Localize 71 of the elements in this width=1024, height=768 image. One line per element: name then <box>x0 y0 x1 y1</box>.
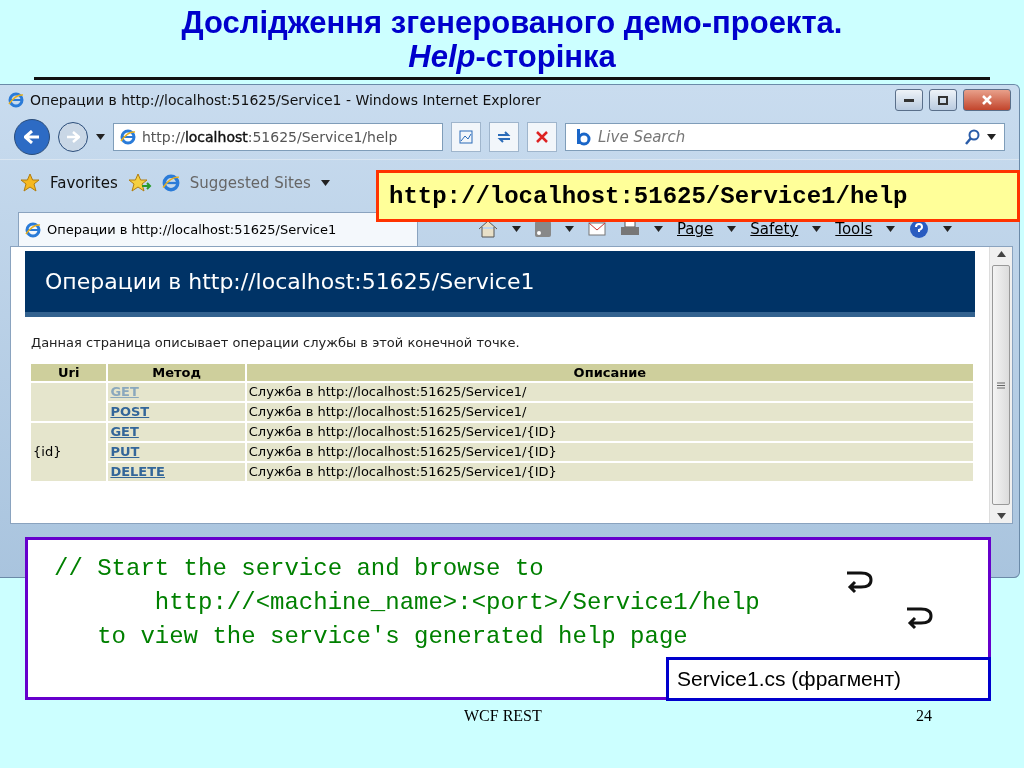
mail-icon[interactable] <box>588 222 606 236</box>
column-header: Описание <box>246 364 973 381</box>
description-cell: Служба в http://localhost:51625/Service1/ <box>246 383 973 401</box>
favorites-button[interactable]: Favorites <box>50 174 118 192</box>
command-menu[interactable]: Tools <box>835 220 873 238</box>
scrollbar[interactable] <box>989 247 1012 523</box>
search-field[interactable]: Live Search <box>565 123 1005 151</box>
star-icon <box>20 173 40 193</box>
caret-icon[interactable] <box>987 134 996 140</box>
refresh-button[interactable] <box>489 122 519 152</box>
method-link[interactable]: GET <box>110 424 139 439</box>
scroll-down-icon[interactable] <box>996 513 1006 519</box>
command-menu[interactable]: Page <box>677 220 714 238</box>
column-header: Uri <box>31 364 107 381</box>
description-cell: Служба в http://localhost:51625/Service1/{ID} <box>246 423 973 441</box>
intro-text: Данная страница описывает операции службы в этой конечной точке. <box>31 335 521 350</box>
description-cell: Служба в http://localhost:51625/Service1/{ID} <box>246 463 973 481</box>
maximize-button[interactable] <box>929 89 957 111</box>
minimize-button[interactable] <box>895 89 923 111</box>
browser-logo-icon <box>161 174 180 192</box>
page-chart-icon <box>458 129 474 145</box>
close-icon <box>982 95 992 105</box>
browser-tab[interactable]: Операции в http://localhost:51625/Service1 <box>18 212 418 246</box>
browser-logo-icon <box>8 92 24 108</box>
minimize-icon <box>904 98 914 102</box>
description-cell: Служба в http://localhost:51625/Service1/{ID} <box>246 443 973 461</box>
page-number: 24 <box>916 707 932 725</box>
uri-cell: {id} <box>31 423 107 481</box>
browser-logo-icon <box>25 221 41 238</box>
code-line: to view the service's generated help page <box>96 622 688 652</box>
caret-icon[interactable] <box>812 226 822 232</box>
suggested-sites-button[interactable]: Suggested Sites <box>189 174 311 192</box>
caret-icon[interactable] <box>943 226 953 232</box>
method-link[interactable]: PUT <box>110 444 140 459</box>
stop-icon <box>535 130 549 144</box>
printer-icon[interactable] <box>620 220 640 238</box>
column-header: Метод <box>108 364 245 381</box>
caret-icon[interactable] <box>727 226 737 232</box>
caret-icon[interactable] <box>654 226 663 232</box>
browser-logo-icon <box>120 129 136 145</box>
scroll-up-icon[interactable] <box>996 251 1006 257</box>
slide-title: Дослідження згенерованого демо-проекта. <box>181 6 843 40</box>
command-menu[interactable]: Safety <box>750 220 799 238</box>
back-arrow-icon <box>24 130 40 144</box>
grip-icon <box>997 381 1005 389</box>
url-callout: http://localhost:51625/Service1/help <box>376 170 1020 222</box>
close-button[interactable] <box>963 89 1011 111</box>
caret-icon[interactable] <box>512 226 521 232</box>
caret-icon[interactable] <box>96 134 105 140</box>
forward-arrow-icon <box>66 131 80 143</box>
caret-icon[interactable] <box>565 226 574 232</box>
address-field[interactable]: http://localhost:51625/Service1/help <box>113 123 443 151</box>
footer-text: WCF REST <box>464 707 542 725</box>
slide-subtitle: Help-сторінка <box>408 40 616 74</box>
caret-icon[interactable] <box>320 180 330 186</box>
code-line: // Start the service and browse to <box>54 554 544 584</box>
description-cell: Служба в http://localhost:51625/Service1/ <box>246 403 973 421</box>
scroll-thumb[interactable] <box>992 265 1010 505</box>
forward-button[interactable] <box>58 122 88 152</box>
search-engine-logo-icon <box>574 128 592 146</box>
page-heading: Операции в http://localhost:51625/Service1 <box>25 251 975 317</box>
home-icon[interactable] <box>478 220 498 238</box>
code-caption: Service1.cs (фрагмент) <box>666 657 991 701</box>
refresh-icon <box>496 129 512 145</box>
maximize-icon <box>938 95 948 105</box>
code-line: http://<machine_name>:<port>/Service1/help <box>153 588 760 618</box>
search-icon[interactable] <box>965 129 981 145</box>
stop-button[interactable] <box>527 122 557 152</box>
caret-icon[interactable] <box>886 226 896 232</box>
window-title: Операции в http://localhost:51625/Service1 - Windows Internet Explorer <box>30 92 542 108</box>
back-button[interactable] <box>14 119 50 155</box>
